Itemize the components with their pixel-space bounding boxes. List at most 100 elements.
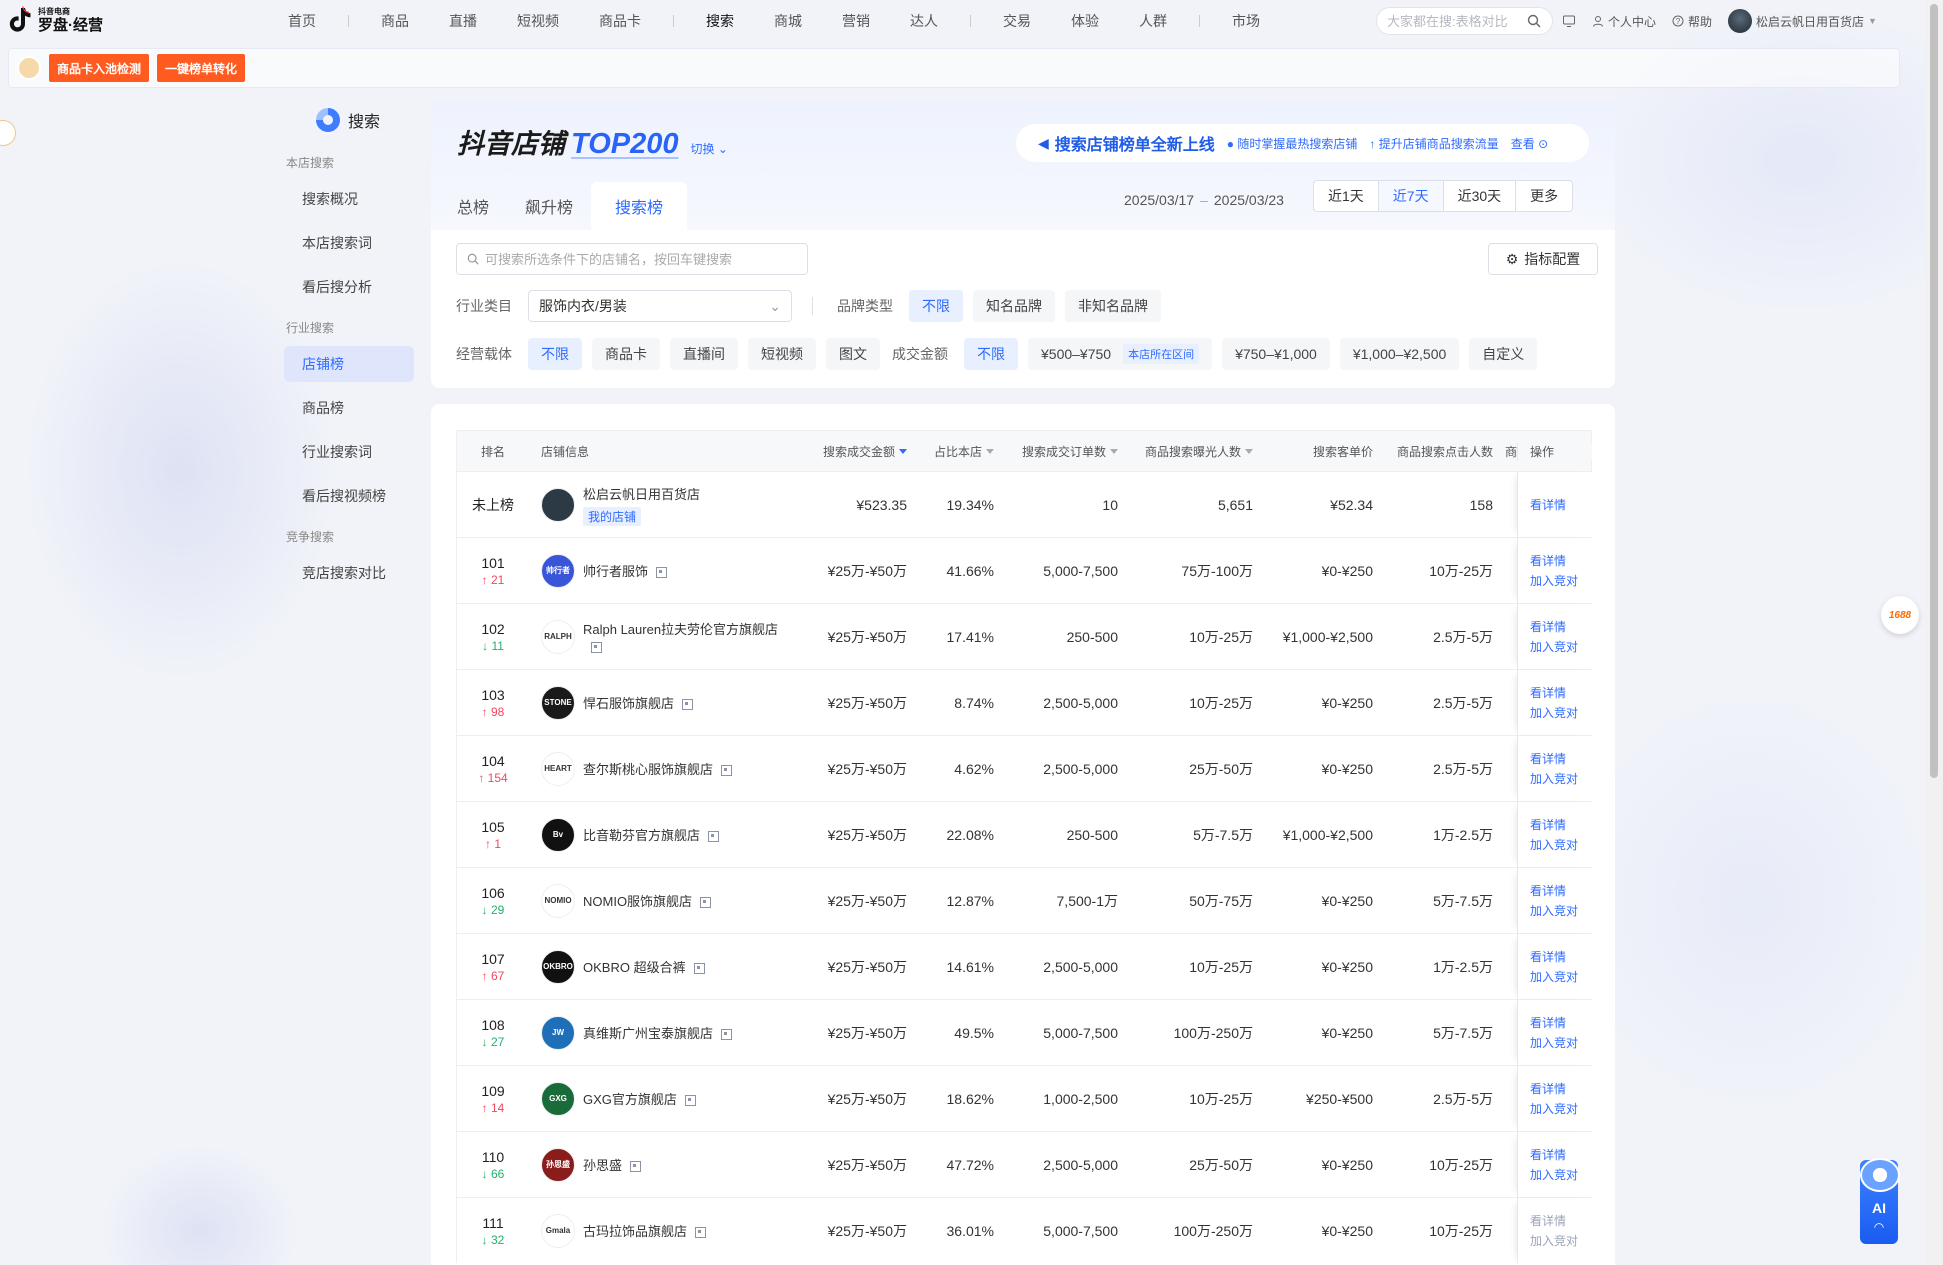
view-detail-link[interactable]: 看详情 (1530, 551, 1566, 571)
amount-any-chip[interactable]: 不限 (964, 338, 1018, 370)
sidebar-item-video-ranking[interactable]: 看后搜视频榜 (284, 478, 414, 514)
one-click-list-convert-button[interactable]: 一键榜单转化 (157, 54, 246, 82)
shop-name[interactable]: NOMIO服饰旗舰店 (583, 894, 692, 909)
carrier-any-chip[interactable]: 不限 (528, 338, 582, 370)
promo-view-link[interactable]: 查看 ⊙ (1511, 135, 1548, 152)
view-detail-link[interactable]: 看详情 (1530, 749, 1566, 769)
add-competitor-link[interactable]: 加入竞对 (1530, 835, 1578, 855)
assistant-avatar-icon[interactable] (17, 56, 41, 80)
sidebar-item-competitor-compare[interactable]: 竞店搜索对比 (284, 555, 414, 591)
qr-code-icon[interactable] (684, 1094, 696, 1106)
product-card-pool-check-button[interactable]: 商品卡入池检测 (49, 54, 150, 82)
tab-overall[interactable]: 总榜 (439, 182, 507, 230)
scrollbar-thumb[interactable] (1930, 4, 1938, 778)
sidebar-item-industry-keywords[interactable]: 行业搜索词 (284, 434, 414, 470)
col-ratio[interactable]: 占比本店 (919, 443, 1006, 460)
add-competitor-link[interactable]: 加入竞对 (1530, 1099, 1578, 1119)
sidebar-item-search-overview[interactable]: 搜索概况 (284, 181, 414, 217)
side-float-handle[interactable] (0, 120, 16, 146)
nav-item-live[interactable]: 直播 (429, 11, 497, 31)
view-detail-link[interactable]: 看详情 (1530, 881, 1566, 901)
nav-item-mall[interactable]: 商城 (754, 11, 822, 31)
add-competitor-link[interactable]: 加入竞对 (1530, 1231, 1578, 1251)
view-detail-link[interactable]: 看详情 (1530, 815, 1566, 835)
shop-name[interactable]: 查尔斯桃心服饰旗舰店 (583, 762, 713, 777)
metric-config-button[interactable]: ⚙ 指标配置 (1488, 243, 1598, 275)
industry-select[interactable]: 服饰内衣/男装 ⌄ (528, 290, 792, 322)
shop-name[interactable]: 真维斯广州宝泰旗舰店 (583, 1026, 713, 1041)
carrier-product-card-chip[interactable]: 商品卡 (592, 338, 660, 370)
brand-any-chip[interactable]: 不限 (909, 290, 963, 322)
nav-item-marketing[interactable]: 营销 (822, 11, 890, 31)
personal-center-link[interactable]: 个人中心 (1592, 13, 1656, 30)
shop-name[interactable]: 古玛拉饰品旗舰店 (583, 1224, 687, 1239)
qr-code-icon[interactable] (695, 1226, 707, 1238)
add-competitor-link[interactable]: 加入竞对 (1530, 1165, 1578, 1185)
qr-code-icon[interactable] (682, 698, 694, 710)
add-competitor-link[interactable]: 加入竞对 (1530, 1033, 1578, 1053)
view-detail-link[interactable]: 看详情 (1530, 1211, 1566, 1231)
qr-code-icon[interactable] (708, 830, 720, 842)
amount-custom-chip[interactable]: 自定义 (1469, 338, 1538, 370)
qr-code-icon[interactable] (721, 1028, 733, 1040)
nav-item-product[interactable]: 商品 (361, 11, 429, 31)
shop-name[interactable]: 帅行者服饰 (583, 564, 648, 579)
add-competitor-link[interactable]: 加入竞对 (1530, 571, 1578, 591)
view-detail-link[interactable]: 看详情 (1530, 1013, 1566, 1033)
nav-item-trade[interactable]: 交易 (983, 11, 1051, 31)
app-logo[interactable]: 抖音电商 罗盘·经营 (8, 6, 103, 34)
shop-name[interactable]: 松启云帆日用百货店 (583, 487, 700, 502)
sidebar-item-post-view-search[interactable]: 看后搜分析 (284, 269, 414, 305)
help-link[interactable]: ? 帮助 (1672, 13, 1712, 30)
view-detail-link[interactable]: 看详情 (1530, 683, 1566, 703)
amount-1000-2500-chip[interactable]: ¥1,000–¥2,500 (1339, 338, 1460, 370)
add-competitor-link[interactable]: 加入竞对 (1530, 703, 1578, 723)
switch-list-button[interactable]: 切换 ⌄ (690, 140, 727, 157)
brand-famous-chip[interactable]: 知名品牌 (973, 290, 1055, 322)
shop-name[interactable]: GXG官方旗舰店 (583, 1092, 677, 1107)
carrier-image-text-chip[interactable]: 图文 (826, 338, 880, 370)
carrier-live-chip[interactable]: 直播间 (670, 338, 738, 370)
qr-code-icon[interactable] (721, 764, 733, 776)
qr-code-icon[interactable] (591, 641, 602, 653)
add-competitor-link[interactable]: 加入竞对 (1530, 637, 1578, 657)
view-detail-link[interactable]: 看详情 (1530, 495, 1566, 515)
view-detail-link[interactable]: 看详情 (1530, 617, 1566, 637)
carrier-short-video-chip[interactable]: 短视频 (748, 338, 816, 370)
sidebar-item-store-keywords[interactable]: 本店搜索词 (284, 225, 414, 261)
date-7d-button[interactable]: 近7天 (1377, 180, 1444, 212)
view-detail-link[interactable]: 看详情 (1530, 1145, 1566, 1165)
add-competitor-link[interactable]: 加入竞对 (1530, 967, 1578, 987)
shop-name[interactable]: OKBRO 超级合裤 (583, 960, 686, 975)
qr-code-icon[interactable] (693, 962, 705, 974)
view-detail-link[interactable]: 看详情 (1530, 947, 1566, 967)
add-competitor-link[interactable]: 加入竞对 (1530, 901, 1578, 921)
qr-code-icon[interactable] (630, 1160, 642, 1172)
col-exposure[interactable]: 商品搜索曝光人数 (1130, 443, 1265, 460)
page-scrollbar[interactable] (1925, 0, 1943, 1265)
qr-code-icon[interactable] (656, 566, 668, 578)
global-search-input[interactable] (1387, 13, 1527, 29)
nav-item-experience[interactable]: 体验 (1051, 11, 1119, 31)
search-icon[interactable] (1527, 14, 1541, 28)
col-search-amount[interactable]: 搜索成交金额 (789, 443, 919, 460)
account-menu[interactable]: 松启云帆日用百货店 ▼ (1728, 9, 1877, 33)
shop-name[interactable]: 孙思盛 (583, 1158, 622, 1173)
tab-rising[interactable]: 飙升榜 (507, 182, 591, 230)
tab-search[interactable]: 搜索榜 (591, 182, 688, 230)
nav-item-audience[interactable]: 人群 (1119, 11, 1187, 31)
shop-name[interactable]: 比音勒芬官方旗舰店 (583, 828, 700, 843)
date-1d-button[interactable]: 近1天 (1313, 180, 1379, 212)
shop-search-input[interactable] (485, 251, 795, 267)
nav-item-product-card[interactable]: 商品卡 (579, 11, 661, 31)
nav-item-influencer[interactable]: 达人 (890, 11, 958, 31)
nav-item-short-video[interactable]: 短视频 (497, 11, 579, 31)
col-orders[interactable]: 搜索成交订单数 (1006, 443, 1130, 460)
date-30d-button[interactable]: 近30天 (1442, 180, 1517, 212)
monitor-icon[interactable] (1562, 14, 1576, 28)
nav-item-home[interactable]: 首页 (268, 11, 336, 31)
view-detail-link[interactable]: 看详情 (1530, 1079, 1566, 1099)
brand-non-famous-chip[interactable]: 非知名品牌 (1065, 290, 1161, 322)
sidebar-item-store-ranking[interactable]: 店铺榜 (284, 346, 414, 382)
amount-750-1000-chip[interactable]: ¥750–¥1,000 (1222, 338, 1330, 370)
